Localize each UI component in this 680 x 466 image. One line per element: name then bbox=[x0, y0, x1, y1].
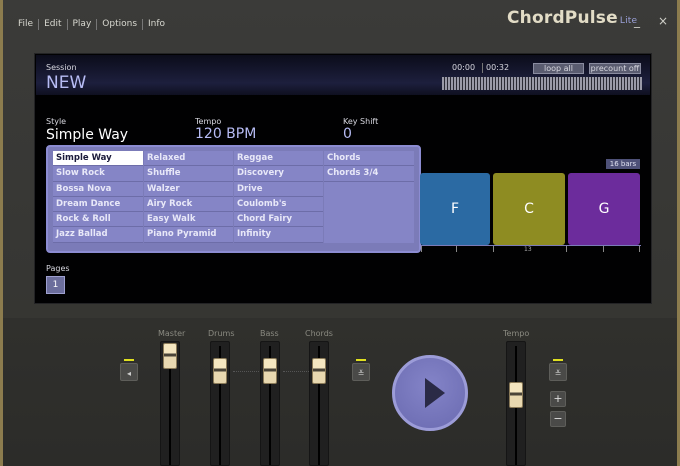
style-empty-cell bbox=[324, 227, 414, 243]
style-option[interactable]: Simple Way bbox=[53, 151, 143, 167]
style-option[interactable]: Shuffle bbox=[144, 166, 233, 182]
session-header: Session NEW 00:00 00:32 loop all precoun… bbox=[36, 55, 650, 95]
style-grid: Simple Way Relaxed Reggae Chords Slow Rock Sh… bbox=[53, 151, 415, 247]
drums-fader-handle[interactable] bbox=[213, 358, 227, 384]
fader-link bbox=[283, 371, 309, 372]
style-option[interactable]: Relaxed bbox=[144, 151, 233, 167]
page-button-1[interactable]: 1 bbox=[46, 276, 65, 294]
ruler-tick bbox=[493, 246, 494, 252]
menu-play[interactable]: Play bbox=[68, 19, 97, 29]
style-empty-cell bbox=[324, 212, 414, 228]
style-option[interactable]: Drive bbox=[234, 181, 323, 197]
tempo-label: Tempo bbox=[195, 117, 222, 126]
style-option[interactable]: Dream Dance bbox=[53, 196, 143, 213]
ruler-tick bbox=[421, 246, 422, 252]
mixer-panel: Master Drums Bass Chords Tempo ◂ ≚ ≚ + − bbox=[3, 318, 677, 466]
session-panel: Session NEW 00:00 00:32 loop all precoun… bbox=[34, 53, 652, 304]
style-value[interactable]: Simple Way bbox=[46, 127, 128, 143]
fader-link bbox=[233, 371, 259, 372]
master-fader-handle[interactable] bbox=[163, 343, 177, 369]
chords-fader-handle[interactable] bbox=[312, 358, 326, 384]
ruler-tick bbox=[456, 246, 457, 252]
style-option[interactable]: Chords 3/4 bbox=[324, 166, 414, 182]
session-label: Session bbox=[46, 63, 77, 72]
keyshift-value[interactable]: 0 bbox=[343, 126, 352, 142]
drums-label: Drums bbox=[208, 329, 235, 338]
chord-block[interactable]: C bbox=[493, 173, 565, 245]
ruler-tick bbox=[639, 246, 640, 252]
style-option[interactable]: Airy Rock bbox=[144, 196, 233, 213]
session-name[interactable]: NEW bbox=[46, 73, 86, 93]
style-option[interactable]: Coulomb's bbox=[234, 196, 323, 213]
close-button[interactable]: × bbox=[658, 14, 668, 28]
tempo-fader-label: Tempo bbox=[503, 329, 530, 338]
ruler-tick bbox=[566, 246, 567, 252]
mute-speaker-icon[interactable]: ◂ bbox=[120, 359, 138, 381]
style-option[interactable]: Piano Pyramid bbox=[144, 227, 233, 243]
app-window: File Edit Play Options Info ChordPulse Li… bbox=[0, 0, 680, 466]
menu-file[interactable]: File bbox=[13, 19, 38, 29]
chord-block[interactable]: F bbox=[420, 173, 490, 245]
style-label: Style bbox=[46, 117, 67, 126]
loop-button[interactable]: loop all bbox=[533, 63, 584, 74]
tempo-fader-handle[interactable] bbox=[509, 382, 523, 408]
style-option[interactable]: Bossa Nova bbox=[53, 181, 143, 197]
pages-label: Pages bbox=[46, 264, 70, 273]
play-button[interactable] bbox=[392, 355, 468, 431]
style-option[interactable]: Reggae bbox=[234, 151, 323, 167]
style-option[interactable]: Rock & Roll bbox=[53, 212, 143, 228]
precount-button[interactable]: precount off bbox=[589, 63, 641, 74]
ruler-number: 13 bbox=[524, 246, 532, 253]
bass-label: Bass bbox=[260, 329, 279, 338]
brand-name: ChordPulse bbox=[507, 8, 618, 28]
style-option[interactable]: Chords bbox=[324, 151, 414, 167]
bass-fader-handle[interactable] bbox=[263, 358, 277, 384]
bar-ruler: 13 bbox=[421, 245, 641, 253]
style-option[interactable]: Jazz Ballad bbox=[53, 227, 143, 243]
time-divider bbox=[482, 63, 483, 73]
menu-bar: File Edit Play Options Info bbox=[13, 17, 170, 31]
chords-label: Chords bbox=[305, 329, 333, 338]
master-label: Master bbox=[158, 329, 186, 338]
tempo-minus-button[interactable]: − bbox=[550, 411, 566, 427]
menu-options[interactable]: Options bbox=[97, 19, 142, 29]
chords-toggle-icon[interactable]: ≚ bbox=[352, 359, 370, 381]
tempo-toggle-icon[interactable]: ≚ bbox=[549, 359, 567, 381]
chord-block[interactable]: G bbox=[568, 173, 640, 245]
time-start: 00:00 bbox=[452, 63, 476, 72]
minimize-button[interactable]: _ bbox=[634, 14, 640, 28]
tempo-plus-button[interactable]: + bbox=[550, 391, 566, 407]
menu-edit[interactable]: Edit bbox=[39, 19, 66, 29]
keyboard-display bbox=[442, 77, 642, 90]
style-option[interactable]: Chord Fairy bbox=[234, 212, 323, 228]
style-selector: Simple Way Relaxed Reggae Chords Slow Rock Sh… bbox=[46, 145, 421, 253]
style-option[interactable]: Infinity bbox=[234, 227, 323, 243]
ruler-tick bbox=[603, 246, 604, 252]
style-option[interactable]: Slow Rock bbox=[53, 166, 143, 182]
time-end: 00:32 bbox=[486, 63, 510, 72]
style-empty-cell bbox=[324, 196, 414, 213]
bars-badge: 16 bars bbox=[606, 159, 640, 169]
brand-logo: ChordPulse Lite bbox=[507, 8, 637, 28]
menu-info[interactable]: Info bbox=[143, 19, 170, 29]
tempo-value[interactable]: 120 BPM bbox=[195, 126, 256, 142]
style-option[interactable]: Walzer bbox=[144, 181, 233, 197]
style-option[interactable]: Discovery bbox=[234, 166, 323, 182]
style-empty-cell bbox=[324, 181, 414, 197]
style-option[interactable]: Easy Walk bbox=[144, 212, 233, 228]
keyshift-label: Key Shift bbox=[343, 117, 379, 126]
